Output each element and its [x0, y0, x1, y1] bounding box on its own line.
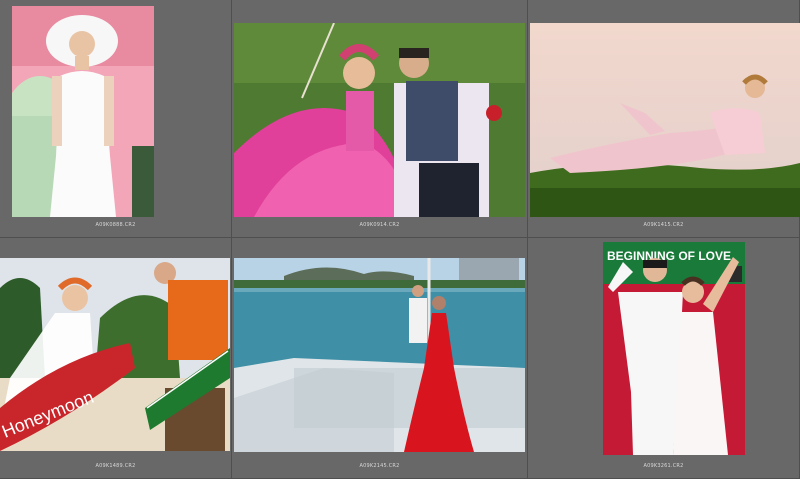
- thumbnail-filename: A09K1415.CR2: [643, 222, 684, 228]
- thumbnail-filename: A09K2145.CR2: [359, 463, 400, 469]
- thumbnail-image[interactable]: Honeymoon: [0, 258, 230, 451]
- thumbnail-cell[interactable]: A09K1415.CR2: [528, 0, 800, 238]
- thumbnail-filename: A09K1489.CR2: [95, 463, 136, 469]
- thumbnail-grid: A09K0888.CR2 A09K0914.CR2 A09K1415.CR2 H…: [0, 0, 800, 479]
- thumbnail-cell[interactable]: BEGINNING OF LOVE A09K3261.CR2: [528, 238, 800, 479]
- thumbnail-image[interactable]: [234, 258, 525, 452]
- thumbnail-image[interactable]: [530, 23, 800, 217]
- thumbnail-cell[interactable]: A09K0888.CR2: [0, 0, 232, 238]
- sign-text: BEGINNING OF LOVE: [607, 249, 731, 263]
- thumbnail-image[interactable]: [234, 23, 525, 217]
- thumbnail-image[interactable]: BEGINNING OF LOVE: [603, 242, 745, 455]
- thumbnail-cell[interactable]: A09K0914.CR2: [232, 0, 528, 238]
- thumbnail-cell[interactable]: A09K2145.CR2: [232, 238, 528, 479]
- thumbnail-filename: A09K3261.CR2: [643, 463, 684, 469]
- thumbnail-cell[interactable]: Honeymoon A09K1489.CR2: [0, 238, 232, 479]
- thumbnail-filename: A09K0914.CR2: [359, 222, 400, 228]
- thumbnail-image[interactable]: [12, 6, 154, 217]
- thumbnail-filename: A09K0888.CR2: [95, 222, 136, 228]
